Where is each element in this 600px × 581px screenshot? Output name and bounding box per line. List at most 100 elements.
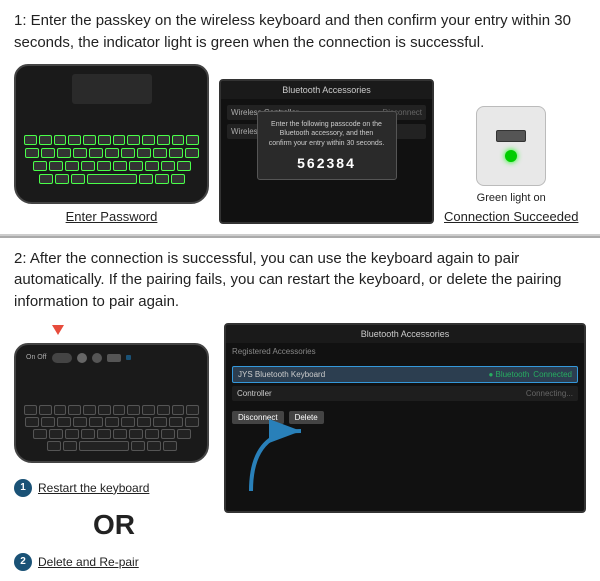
tv-title: Bluetooth Accessories xyxy=(221,81,432,99)
green-light-block: Green light on Connection Succeeded xyxy=(444,106,578,224)
step-2-label: Delete and Re-pair xyxy=(38,555,139,569)
keyboard-caption: Enter Password xyxy=(66,209,158,224)
key xyxy=(63,441,77,451)
keyboard-block: Enter Password xyxy=(14,64,209,224)
key xyxy=(145,429,159,439)
key xyxy=(25,417,39,427)
key xyxy=(142,405,155,415)
key xyxy=(83,405,96,415)
key-row xyxy=(24,405,199,415)
left-column: On Off xyxy=(14,323,214,571)
key xyxy=(65,429,79,439)
key xyxy=(25,148,39,158)
keyboard-keys-2 xyxy=(24,405,199,451)
passcode: 562384 xyxy=(268,155,386,171)
keyboard-keys xyxy=(24,135,199,184)
key xyxy=(39,135,52,145)
or-text: OR xyxy=(14,505,214,545)
key-row xyxy=(24,429,199,439)
key xyxy=(127,405,140,415)
key xyxy=(185,417,199,427)
key xyxy=(39,405,52,415)
key xyxy=(87,174,137,184)
keyboard-image xyxy=(14,64,209,204)
key xyxy=(71,174,85,184)
tv2-item-name: Controller xyxy=(237,389,272,398)
key xyxy=(113,429,127,439)
onoff-label: On Off xyxy=(26,354,47,361)
key xyxy=(57,148,71,158)
step-1-label: Restart the keyboard xyxy=(38,481,149,495)
key xyxy=(129,429,143,439)
bt-icon xyxy=(77,353,87,363)
key xyxy=(169,148,183,158)
step-2-number: 2 xyxy=(14,553,32,571)
key xyxy=(83,135,96,145)
key-row xyxy=(24,441,199,451)
tv-block: Bluetooth Accessories Wireless Controlle… xyxy=(219,79,434,224)
key xyxy=(98,135,111,145)
device-top-image xyxy=(476,106,546,186)
key xyxy=(157,405,170,415)
led-indicator xyxy=(126,355,131,360)
space-key xyxy=(79,441,129,451)
key-row xyxy=(24,417,199,427)
key xyxy=(137,417,151,427)
key xyxy=(73,417,87,427)
tv2-item-1: JYS Bluetooth Keyboard ● Bluetooth Conne… xyxy=(232,366,578,383)
section-1: 1: Enter the passkey on the wireless key… xyxy=(0,0,600,236)
keyboard-image-2: On Off xyxy=(14,343,209,463)
tv-image: Bluetooth Accessories Wireless Controlle… xyxy=(219,79,434,224)
key xyxy=(49,161,63,171)
section-1-images: Enter Password Bluetooth Accessories Wir… xyxy=(14,64,586,224)
right-column: Bluetooth Accessories Registered Accesso… xyxy=(224,323,586,571)
key xyxy=(177,161,191,171)
key xyxy=(155,174,169,184)
key xyxy=(169,417,183,427)
key-row-4 xyxy=(24,174,199,184)
key xyxy=(127,135,140,145)
key xyxy=(73,148,87,158)
key xyxy=(54,405,67,415)
tv2-item-statuses: ● Bluetooth Connected xyxy=(488,370,572,379)
key xyxy=(129,161,143,171)
key xyxy=(131,441,145,451)
key xyxy=(139,174,153,184)
key xyxy=(54,135,67,145)
dialog-text: Enter the following passcode on the Blue… xyxy=(268,120,386,149)
step-1: 1 Restart the keyboard xyxy=(14,479,214,497)
tv2-item-status: ● Bluetooth xyxy=(488,370,529,379)
key xyxy=(98,405,111,415)
key xyxy=(105,417,119,427)
key xyxy=(185,148,199,158)
usb-port xyxy=(496,130,526,142)
tv2-item-2: Controller Connecting... xyxy=(232,386,578,401)
key xyxy=(33,161,47,171)
tv-dialog: Enter the following passcode on the Blue… xyxy=(257,111,397,180)
key xyxy=(57,417,71,427)
tv2-item-status2: Connected xyxy=(533,370,572,379)
red-arrow-icon xyxy=(52,325,64,335)
key xyxy=(186,405,199,415)
toggle-button xyxy=(52,353,72,363)
arrow-container xyxy=(52,325,64,335)
section-2-header: 2: After the connection is successful, y… xyxy=(14,248,586,313)
key-row-1 xyxy=(24,135,199,145)
key xyxy=(89,148,103,158)
key xyxy=(177,429,191,439)
tv-image-2: Bluetooth Accessories Registered Accesso… xyxy=(224,323,586,513)
key xyxy=(68,405,81,415)
key xyxy=(81,429,95,439)
key xyxy=(161,161,175,171)
step-1-number: 1 xyxy=(14,479,32,497)
key xyxy=(113,405,126,415)
key xyxy=(97,161,111,171)
key-row-2 xyxy=(24,148,199,158)
key xyxy=(142,135,155,145)
key xyxy=(81,161,95,171)
key xyxy=(161,429,175,439)
section-2-content: On Off xyxy=(14,323,586,571)
key xyxy=(171,174,185,184)
key xyxy=(55,174,69,184)
key xyxy=(145,161,159,171)
